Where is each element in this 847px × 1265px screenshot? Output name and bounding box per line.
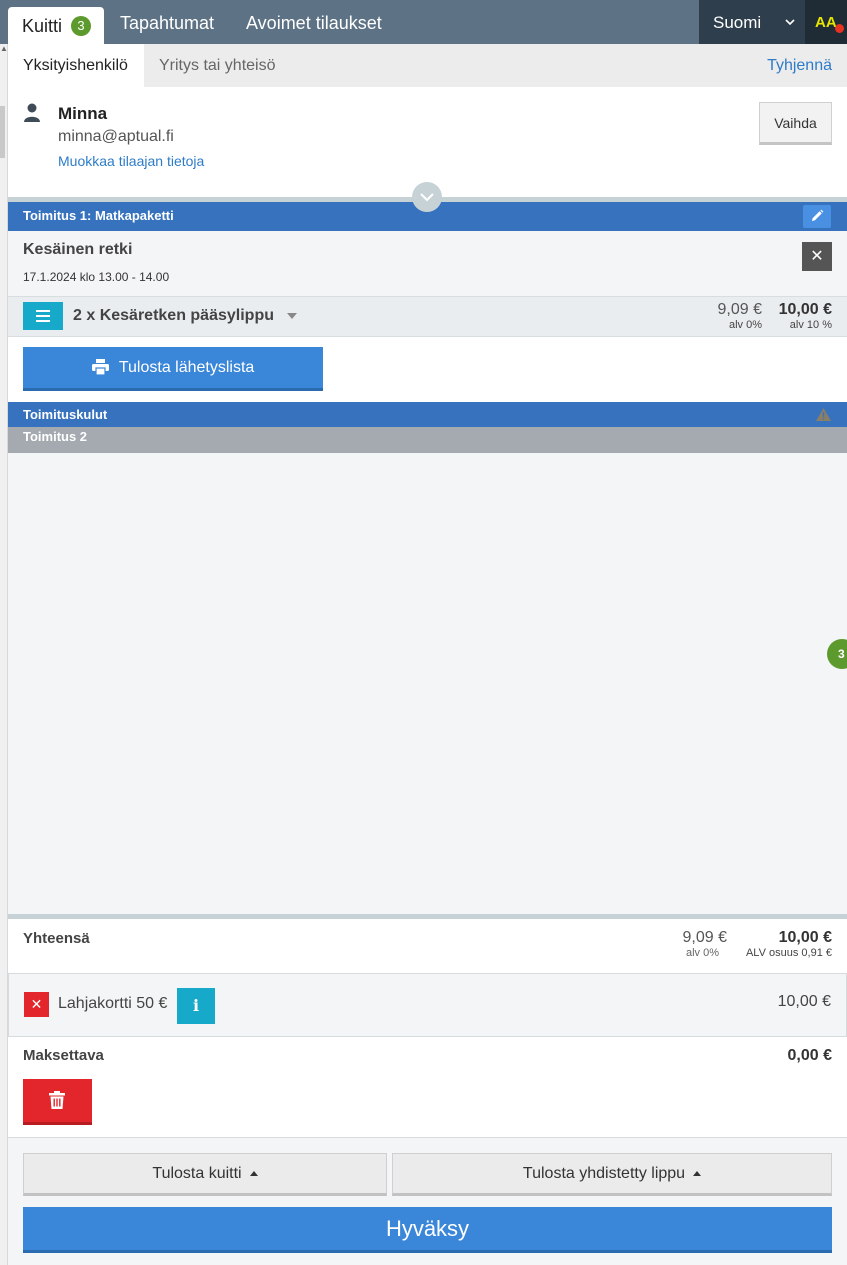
delivery-2-title: Toimitus 2	[23, 429, 88, 444]
delivery-1-title: Toimitus 1: Matkapaketti	[23, 208, 174, 223]
print-combined-ticket-button[interactable]: Tulosta yhdistetty lippu	[392, 1153, 832, 1196]
customer-type-tabs: Yksityishenkilö Yritys tai yhteisö Tyhje…	[8, 44, 847, 87]
ticket-price-gross: 10,00 €	[778, 301, 832, 318]
tab-private-person[interactable]: Yksityishenkilö	[8, 44, 144, 87]
print-send-list-button[interactable]: Tulosta lähetyslista	[23, 347, 323, 391]
caret-down-icon[interactable]	[287, 313, 297, 319]
customer-email: minna@aptual.fi	[58, 128, 174, 145]
remove-gift-card-button[interactable]: ✕	[24, 992, 49, 1017]
ticket-vat-net: alv 0%	[728, 319, 762, 331]
approve-button[interactable]: Hyväksy	[23, 1207, 832, 1253]
hamburger-icon-line	[36, 320, 50, 322]
remove-event-button[interactable]: ✕	[802, 242, 832, 271]
chevron-down-icon	[420, 193, 434, 202]
person-icon	[24, 103, 40, 122]
font-size-label: AA	[815, 14, 837, 31]
gift-card-info-button[interactable]: i	[177, 988, 215, 1024]
customer-info: Minna minna@aptual.fi Muokkaa tilaajan t…	[8, 87, 847, 197]
pencil-icon	[812, 209, 824, 221]
tab-open-orders[interactable]: Avoimet tilaukset	[246, 0, 382, 44]
clear-link[interactable]: Tyhjennä	[767, 44, 832, 88]
warning-icon	[816, 408, 831, 421]
totals-row: Yhteensä 9,09 € 10,00 € alv 0% ALV osuus…	[8, 919, 847, 972]
delete-receipt-button[interactable]	[23, 1079, 92, 1125]
ticket-price-net: 9,09 €	[717, 301, 762, 318]
collapse-toggle[interactable]	[412, 182, 442, 212]
print-receipt-label: Tulosta kuitti	[152, 1165, 242, 1182]
receipt-count-badge: 3	[71, 16, 92, 36]
hamburger-icon-line	[36, 315, 50, 317]
tab-receipt[interactable]: Kuitti 3	[8, 7, 104, 44]
totals-vat-net: alv 0%	[685, 947, 719, 959]
left-edge-panel: ▲	[0, 44, 8, 1265]
payable-label: Maksettava	[23, 1047, 104, 1064]
close-icon: ✕	[810, 248, 824, 265]
delivery-fees-header[interactable]: Toimituskulut	[8, 402, 847, 427]
event-title: Kesäinen retki	[23, 241, 133, 258]
delivery-fees-title: Toimituskulut	[23, 407, 108, 422]
gift-card-amount: 10,00 €	[777, 993, 831, 1010]
font-size-toggle[interactable]: AA	[805, 0, 847, 44]
language-select[interactable]: Suomi	[699, 0, 805, 44]
totals-label: Yhteensä	[23, 930, 90, 947]
gift-card-label: Lahjakortti 50 €	[58, 995, 168, 1012]
printer-icon	[91, 359, 109, 376]
ticket-row: 2 x Kesäretken pääsylippu 9,09 € 10,00 €…	[8, 296, 847, 337]
totals-net: 9,09 €	[682, 929, 727, 946]
print-send-list-label: Tulosta lähetyslista	[118, 359, 255, 376]
ticket-label[interactable]: 2 x Kesäretken pääsylippu	[73, 307, 274, 325]
customer-name: Minna	[58, 104, 108, 123]
info-icon: i	[192, 996, 200, 1015]
print-combined-label: Tulosta yhdistetty lippu	[522, 1165, 686, 1182]
tab-events[interactable]: Tapahtumat	[120, 0, 214, 44]
hamburger-icon	[36, 310, 50, 312]
payable-row: Maksettava 0,00 €	[8, 1037, 847, 1137]
totals-gross: 10,00 €	[778, 929, 832, 946]
notification-dot-icon	[835, 24, 844, 33]
event-block: Kesäinen retki 17.1.2024 klo 13.00 - 14.…	[8, 231, 847, 296]
caret-up-icon	[249, 1171, 258, 1176]
language-value: Suomi	[713, 13, 762, 32]
change-customer-button[interactable]: Vaihda	[759, 102, 832, 145]
print-receipt-button[interactable]: Tulosta kuitti	[23, 1153, 387, 1196]
footer-actions: Tulosta kuitti Tulosta yhdistetty lippu …	[8, 1137, 847, 1265]
edit-delivery-button[interactable]	[803, 205, 831, 228]
top-navigation: Kuitti 3 Tapahtumat Avoimet tilaukset Su…	[0, 0, 847, 44]
ticket-vat-gross: alv 10 %	[789, 319, 832, 331]
totals-vat-share: ALV osuus 0,91 €	[745, 947, 832, 959]
receipt-content-area	[8, 453, 847, 914]
left-edge-handle	[0, 106, 5, 158]
caret-up-icon	[693, 1171, 702, 1176]
edit-customer-link[interactable]: Muokkaa tilaajan tietoja	[58, 153, 204, 169]
tab-company[interactable]: Yritys tai yhteisö	[159, 44, 275, 88]
tab-receipt-label: Kuitti	[22, 16, 63, 36]
event-time: 17.1.2024 klo 13.00 - 14.00	[23, 270, 170, 284]
payable-amount: 0,00 €	[787, 1047, 832, 1064]
caret-up-icon: ▲	[0, 44, 8, 53]
ticket-menu-button[interactable]	[23, 302, 63, 330]
gift-card-row: ✕ Lahjakortti 50 € i 10,00 €	[8, 973, 847, 1037]
delivery-2-header[interactable]: Toimitus 2	[8, 427, 847, 453]
trash-icon	[49, 1091, 65, 1109]
close-icon: ✕	[30, 996, 43, 1012]
